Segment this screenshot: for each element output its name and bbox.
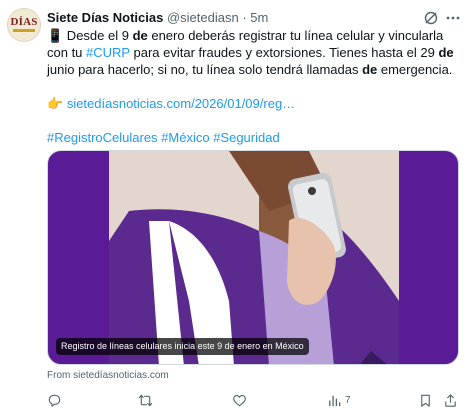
- repost-icon: [138, 394, 153, 406]
- bookmark-icon: [421, 394, 430, 407]
- grok-icon[interactable]: [423, 10, 439, 26]
- card-image: [109, 151, 399, 364]
- avatar-logo-text: DÍAS: [10, 16, 38, 28]
- reply-icon: [48, 394, 61, 407]
- link-line: 👉 sietedíasnoticias.com/2026/01/09/reg…: [47, 95, 459, 112]
- author-handle[interactable]: @sietediasn: [167, 10, 239, 25]
- phone-emoji: 📱: [47, 28, 64, 43]
- pointing-hand-emoji: 👉: [47, 96, 64, 111]
- hashtag-curp[interactable]: #CURP: [86, 45, 130, 60]
- tweet-text-bold: de: [438, 45, 454, 60]
- tweet-text-segment: junio para hacerlo; si no, tu línea solo…: [47, 62, 363, 77]
- avatar-logo-bar: [13, 29, 35, 32]
- share-button[interactable]: [443, 392, 458, 408]
- avatar[interactable]: DÍAS: [7, 8, 41, 42]
- header-separator: ·: [242, 10, 247, 25]
- article-link[interactable]: sietedíasnoticias.com/2026/01/09/reg…: [67, 96, 295, 111]
- card-caption: Registro de líneas celulares inicia este…: [56, 338, 309, 355]
- bookmark-button[interactable]: [418, 392, 433, 408]
- heart-icon: [233, 394, 246, 406]
- tweet-text-bold: de: [132, 28, 148, 43]
- tweet-text-segment: para evitar fraudes y extorsiones. Tiene…: [129, 45, 439, 60]
- link-card[interactable]: Registro de líneas celulares inicia este…: [47, 150, 459, 365]
- views-button[interactable]: 7: [327, 392, 351, 408]
- views-chart-icon: [329, 395, 341, 406]
- tweet-text-segment: Desde el 9: [63, 28, 133, 43]
- card-source[interactable]: From sietedíasnoticias.com: [47, 370, 169, 381]
- like-button[interactable]: [232, 392, 247, 408]
- views-count: 7: [345, 394, 351, 406]
- repost-button[interactable]: [138, 392, 153, 408]
- author-name[interactable]: Siete Días Noticias: [47, 10, 163, 25]
- action-bar: 7: [0, 388, 467, 412]
- tweet-text: 📱 Desde el 9 de enero deberás registrar …: [47, 27, 459, 146]
- share-icon: [445, 393, 456, 407]
- tweet-paragraph: 📱 Desde el 9 de enero deberás registrar …: [47, 27, 459, 78]
- hashtags[interactable]: #RegistroCelulares #México #Seguridad: [47, 129, 459, 146]
- reply-button[interactable]: [47, 392, 62, 408]
- tweet-time[interactable]: 5m: [250, 10, 268, 25]
- tweet-header: Siete Días Noticias @sietediasn · 5m: [47, 9, 268, 27]
- more-options-icon[interactable]: [445, 10, 461, 26]
- tweet-text-bold: de: [362, 62, 378, 77]
- tweet[interactable]: DÍAS Siete Días Noticias @sietediasn · 5…: [0, 0, 467, 414]
- tweet-text-segment: emergencia.: [377, 62, 453, 77]
